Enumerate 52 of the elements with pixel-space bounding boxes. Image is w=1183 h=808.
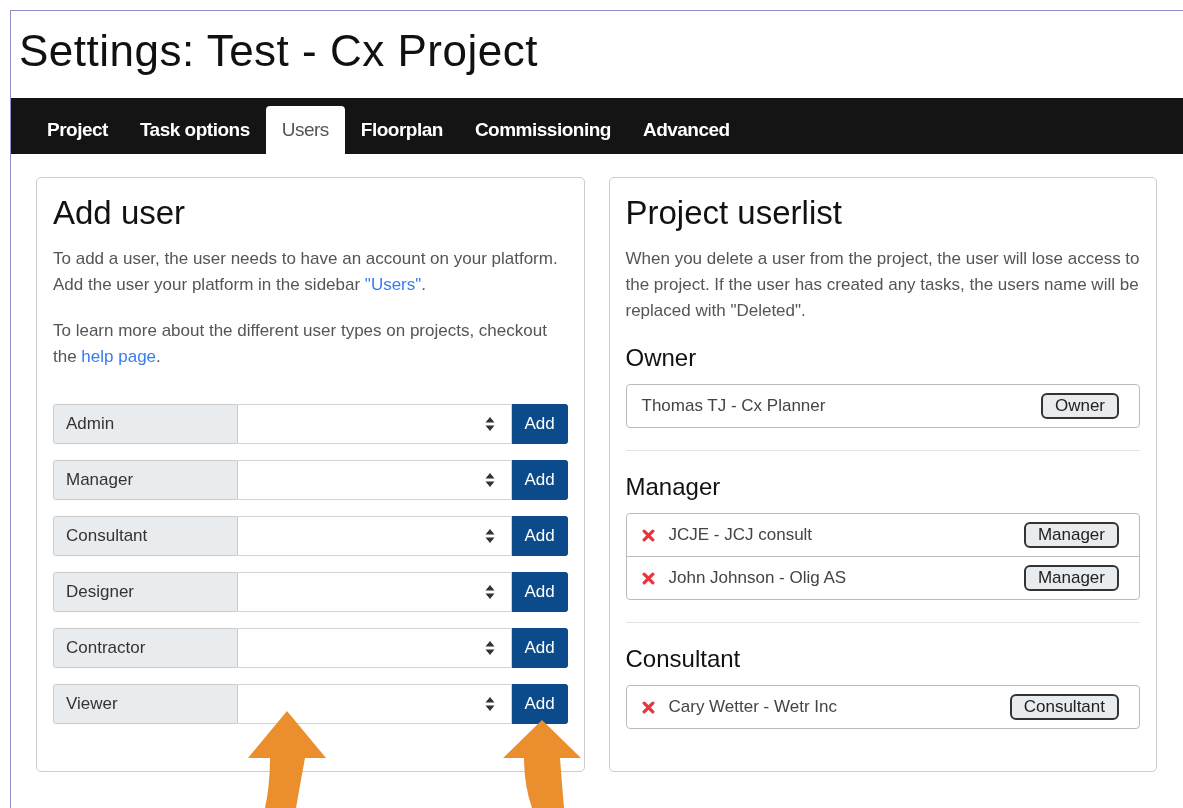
role-button[interactable]: Manager bbox=[1023, 522, 1119, 548]
group-heading: Manager bbox=[625, 473, 722, 501]
role-label: Manager bbox=[53, 460, 238, 500]
page-title: Settings: Test - Cx Project bbox=[18, 25, 539, 77]
role-label: Designer bbox=[53, 572, 238, 612]
tab[interactable]: Commissioning bbox=[458, 106, 627, 154]
card-heading: Add user bbox=[53, 194, 187, 232]
sort-arrows-icon bbox=[484, 696, 495, 712]
tab[interactable]: Project bbox=[31, 106, 124, 154]
paragraph: To add a user, the user needs to have an account on your platform. Add the user your platform in the sidebar "Users". bbox=[53, 248, 559, 296]
group-heading: Owner bbox=[625, 344, 698, 372]
role-label: Admin bbox=[53, 404, 238, 444]
link[interactable]: help page bbox=[81, 347, 157, 366]
role-button[interactable]: Consultant bbox=[1009, 694, 1119, 720]
user-select[interactable] bbox=[238, 460, 512, 500]
delete-icon[interactable] bbox=[641, 571, 655, 585]
user-select[interactable] bbox=[238, 516, 512, 556]
role-label: Consultant bbox=[53, 516, 238, 556]
add-button[interactable]: Add bbox=[511, 572, 568, 612]
role-button[interactable]: Manager bbox=[1023, 565, 1119, 591]
paragraph: To learn more about the different user types on projects, checkout the help page. bbox=[53, 320, 548, 368]
user-name: Cary Wetter - Wetr Inc bbox=[668, 697, 838, 717]
user-select[interactable] bbox=[238, 628, 512, 668]
role-label: Contractor bbox=[53, 628, 238, 668]
add-button[interactable]: Add bbox=[511, 460, 568, 500]
delete-icon[interactable] bbox=[641, 528, 655, 542]
group-heading: Consultant bbox=[625, 645, 742, 673]
tab[interactable]: Floorplan bbox=[344, 106, 459, 154]
delete-icon[interactable] bbox=[641, 700, 655, 714]
user-name: JCJE - JCJ consult bbox=[668, 525, 814, 545]
user-select[interactable] bbox=[238, 684, 512, 724]
add-button[interactable]: Add bbox=[511, 516, 568, 556]
add-button[interactable]: Add bbox=[511, 628, 568, 668]
add-button[interactable]: Add bbox=[511, 684, 568, 724]
tab[interactable]: Task options bbox=[123, 106, 266, 154]
user-name: Thomas TJ - Cx Planner bbox=[641, 396, 827, 416]
sort-arrows-icon bbox=[484, 640, 495, 656]
paragraph: When you delete a user from the project, the user will lose access to the project. If the user has created any tasks, the users name will be replaced with "Deleted". bbox=[625, 248, 1140, 322]
sort-arrows-icon bbox=[484, 416, 495, 432]
role-label: Viewer bbox=[53, 684, 238, 724]
user-select[interactable] bbox=[238, 572, 512, 612]
user-name: John Johnson - Olig AS bbox=[668, 568, 848, 588]
tab[interactable]: Advanced bbox=[626, 106, 746, 154]
tab[interactable]: Users bbox=[265, 106, 345, 154]
card-heading: Project userlist bbox=[625, 194, 843, 232]
add-button[interactable]: Add bbox=[511, 404, 568, 444]
user-select[interactable] bbox=[238, 404, 512, 444]
sort-arrows-icon bbox=[484, 472, 495, 488]
sort-arrows-icon bbox=[484, 584, 495, 600]
sort-arrows-icon bbox=[484, 528, 495, 544]
role-button[interactable]: Owner bbox=[1040, 393, 1119, 419]
link[interactable]: "Users" bbox=[364, 275, 422, 294]
